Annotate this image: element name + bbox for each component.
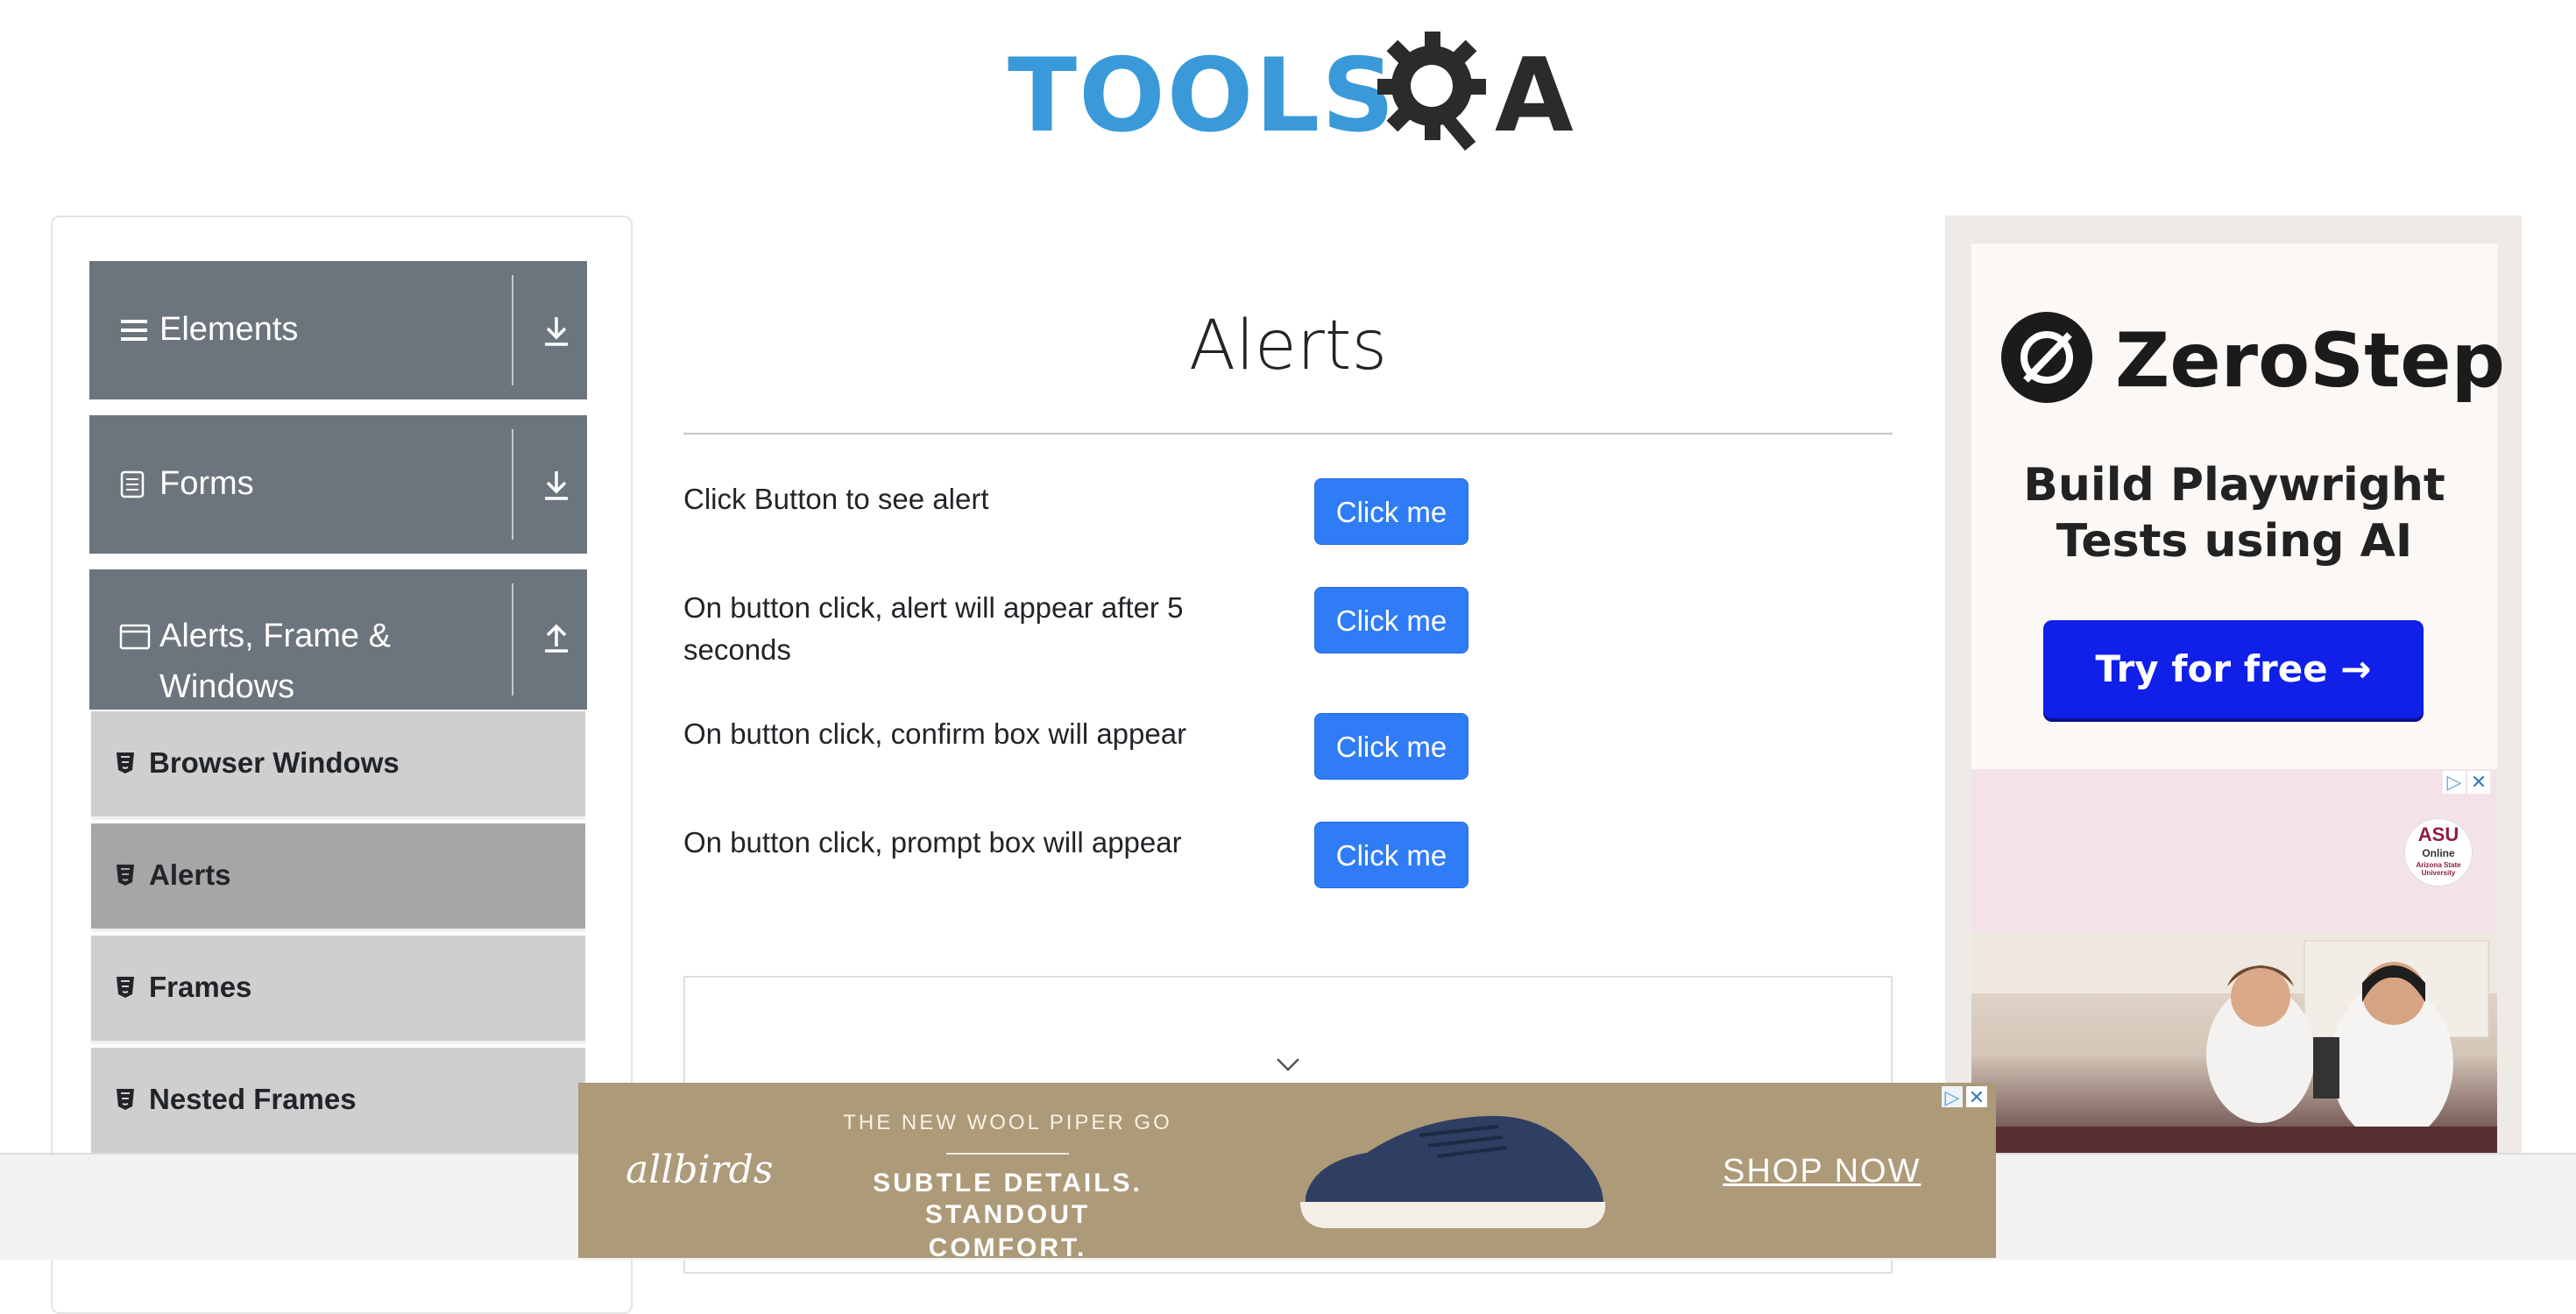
timer-alert-button[interactable]: Click me (1314, 587, 1468, 653)
asu-ad-photo (1971, 932, 2497, 1153)
sidebar-group-elements[interactable]: Elements (89, 261, 587, 399)
chevron-down-icon[interactable] (1276, 1056, 1300, 1072)
divider (512, 275, 513, 385)
close-icon[interactable]: ✕ (1966, 1086, 1987, 1108)
prompt-button[interactable]: Click me (1314, 822, 1468, 888)
logo-tools-text: TOOLS (1008, 37, 1397, 155)
group-label-forms: Forms (159, 465, 254, 502)
group-label-elements: Elements (159, 311, 299, 348)
alert-button[interactable]: Click me (1314, 478, 1468, 545)
divider (512, 429, 513, 540)
prompt-row-label: On button click, prompt box will appear (683, 826, 1182, 858)
alert-row-label: Click Button to see alert (683, 483, 989, 515)
asu-logo-text: ASU (2417, 823, 2459, 845)
upload-icon (545, 624, 568, 653)
sidebar-item-nested-frames[interactable]: Nested Frames (91, 1048, 585, 1156)
allbirds-logo: allbirds (626, 1148, 774, 1192)
sidebar-item-label: Frames (149, 971, 252, 1003)
lab-scene-image (1971, 932, 2497, 1153)
sidebar-item-label: Browser Windows (149, 746, 400, 779)
divider (946, 1153, 1069, 1155)
adchoices-icon[interactable]: ▷ (2443, 771, 2466, 794)
sidebar-group-forms[interactable]: Forms (89, 415, 587, 554)
sidebar-item-alerts[interactable]: Alerts (91, 823, 585, 932)
asu-online-text: Online (2422, 847, 2455, 859)
allbirds-headline-1: SUBTLE DETAILS. (873, 1169, 1143, 1197)
divider (512, 583, 513, 696)
asu-logo: ASU Online Arizona State University (2404, 818, 2473, 887)
download-icon (545, 471, 568, 500)
title-divider (683, 433, 1893, 434)
close-icon[interactable]: ✕ (2467, 771, 2490, 794)
download-icon (545, 317, 568, 346)
allbirds-headline-2: STANDOUT COMFORT. (924, 1200, 1091, 1258)
form-icon (120, 470, 145, 498)
adchoices-icon[interactable]: ▷ (1942, 1086, 1963, 1108)
logo-qa-text: A (1495, 37, 1575, 155)
zerostep-brand: ZeroStep (2115, 317, 2506, 405)
toolsqa-logo[interactable]: TOOLS A (1008, 25, 1586, 165)
zerostep-tagline-2: Tests using AI (2056, 515, 2413, 568)
allbirds-ad[interactable]: allbirds THE NEW WOOL PIPER GO SUBTLE DE… (578, 1083, 1996, 1258)
sidebar-item-label: Alerts (149, 858, 231, 891)
shop-now-link[interactable]: SHOP NOW (1723, 1153, 1921, 1190)
page-title: Alerts (1188, 307, 1388, 385)
sidebar-item-browser-windows[interactable]: Browser Windows (91, 711, 585, 820)
sidebar-item-frames[interactable]: Frames (91, 936, 585, 1044)
group-label-alerts-line1: Alerts, Frame & (159, 618, 391, 654)
html5-icon (117, 1089, 134, 1110)
window-icon (119, 624, 151, 650)
shoe-image (1300, 1115, 1606, 1228)
sidebar-item-label: Nested Frames (149, 1083, 357, 1115)
group-label-alerts-line2: Windows (159, 668, 295, 705)
html5-icon (117, 865, 134, 886)
timer-alert-row-label: On button click, alert will appear after… (683, 591, 1184, 666)
sidebar-group-alerts-frame-windows[interactable]: Alerts, Frame & Windows (89, 569, 587, 710)
menu-icon (121, 320, 147, 341)
gear-icon (1377, 32, 1486, 151)
asu-university-text: Arizona State University (2416, 861, 2461, 877)
confirm-button[interactable]: Click me (1314, 713, 1468, 780)
html5-icon (117, 752, 134, 774)
confirm-row-label: On button click, confirm box will appear (683, 717, 1187, 750)
try-for-free-button[interactable]: Try for free → (2043, 620, 2424, 718)
zerostep-tagline-1: Build Playwright (2023, 459, 2445, 512)
html5-icon (117, 977, 134, 998)
allbirds-subtitle: THE NEW WOOL PIPER GO (843, 1111, 1172, 1134)
zerostep-logo-icon (2001, 312, 2092, 403)
